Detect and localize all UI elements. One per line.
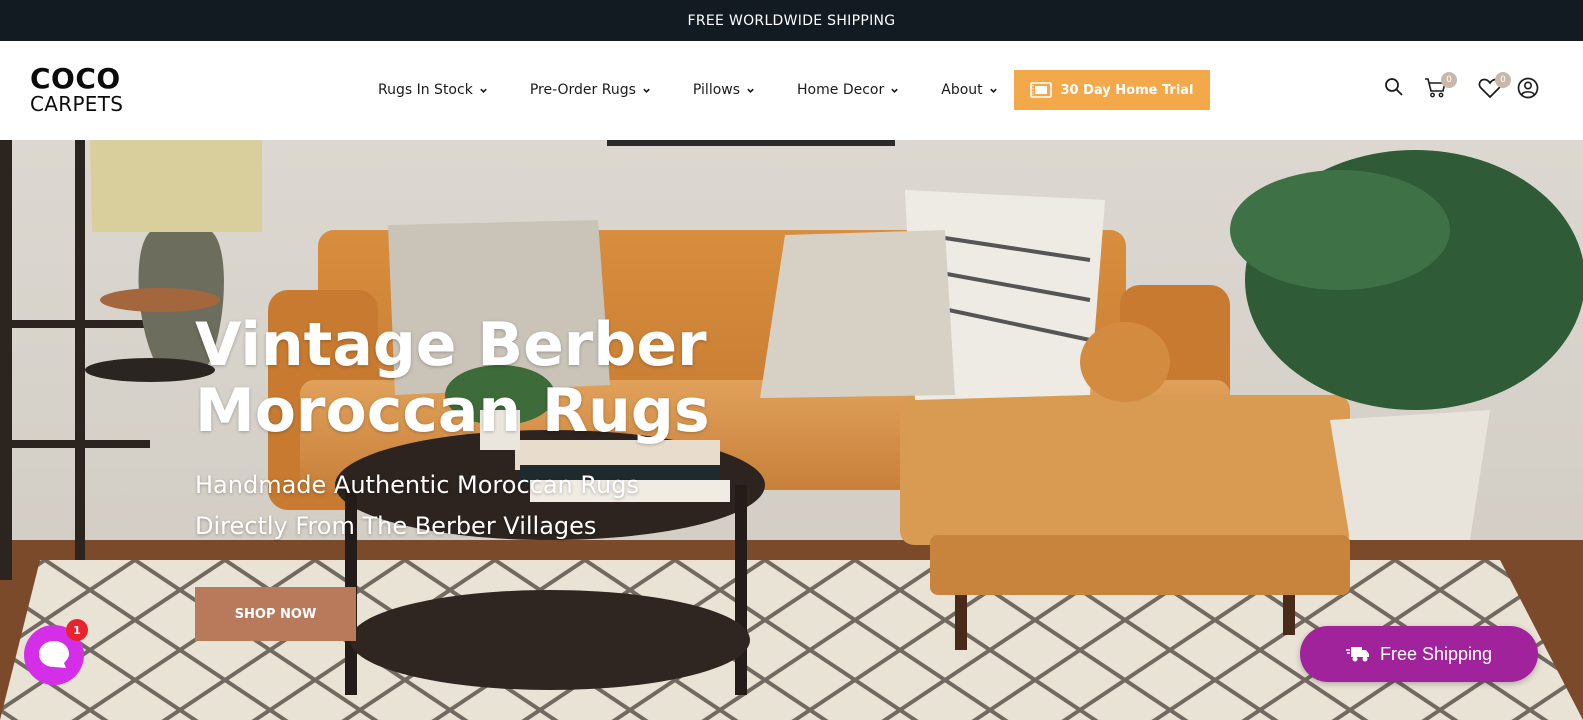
nav-item-pre-order-rugs[interactable]: Pre-Order Rugs	[530, 70, 651, 110]
chevron-down-icon	[989, 88, 997, 93]
nav-item-label: Pre-Order Rugs	[529, 82, 636, 98]
home-trial-label: 30 Day Home Trial	[1060, 82, 1194, 98]
delivery-truck-icon	[1345, 647, 1369, 662]
hero-banner: Vintage Berber Moroccan Rugs Handmade Au…	[0, 140, 1583, 720]
cart-count-badge: 0	[1441, 72, 1457, 88]
nav-item-home-decor[interactable]: Home Decor	[797, 70, 899, 110]
nav-item-label: Home Decor	[797, 82, 885, 98]
hero-title-line-2: Moroccan Rugs	[195, 376, 710, 446]
chat-bubble-icon	[39, 641, 69, 668]
search-icon[interactable]	[1384, 77, 1404, 97]
logo-line-1: COCO	[30, 62, 121, 95]
chevron-down-icon	[747, 88, 754, 93]
site-header: COCO CARPETS Rugs In Stock Pre-Order Rug…	[0, 41, 1583, 140]
nav-item-label: Pillows	[692, 82, 741, 98]
home-trial-button[interactable]: 30 Day Home Trial	[1014, 70, 1210, 110]
nav-item-rugs-in-stock[interactable]: Rugs In Stock	[378, 70, 488, 110]
announcement-text: FREE WORLDWIDE SHIPPING	[687, 12, 896, 29]
site-logo[interactable]: COCO CARPETS	[30, 65, 150, 117]
nav-item-label: Rugs In Stock	[378, 82, 473, 98]
announcement-bar: FREE WORLDWIDE SHIPPING	[0, 0, 1583, 41]
shop-now-button[interactable]: SHOP NOW	[195, 587, 356, 641]
free-shipping-button[interactable]: Free Shipping	[1300, 626, 1538, 682]
hero-subtitle-line-1: Handmade Authentic Moroccan Rugs	[195, 471, 639, 499]
nav-item-pillows[interactable]: Pillows	[693, 70, 755, 110]
nav-item-label: About	[941, 82, 983, 98]
hero-title: Vintage Berber Moroccan Rugs	[195, 312, 815, 444]
wishlist-count-badge: 0	[1495, 72, 1511, 88]
hero-subtitle-line-2: Directly From The Berber Villages	[195, 512, 597, 540]
ticket-icon	[1030, 82, 1053, 98]
main-nav: Rugs In Stock Pre-Order Rugs Pillows Hom…	[378, 70, 1040, 110]
hero-title-line-1: Vintage Berber	[195, 310, 707, 380]
chat-unread-badge: 1	[66, 619, 88, 641]
logo-line-2: CARPETS	[30, 92, 124, 116]
hero-subtitle: Handmade Authentic Moroccan Rugs Directl…	[195, 465, 815, 547]
user-account-icon[interactable]	[1517, 77, 1539, 99]
nav-item-about[interactable]: About	[941, 70, 997, 110]
free-shipping-label: Free Shipping	[1379, 643, 1493, 664]
chevron-down-icon	[891, 88, 899, 93]
chevron-down-icon	[480, 88, 487, 93]
chevron-down-icon	[643, 88, 650, 93]
